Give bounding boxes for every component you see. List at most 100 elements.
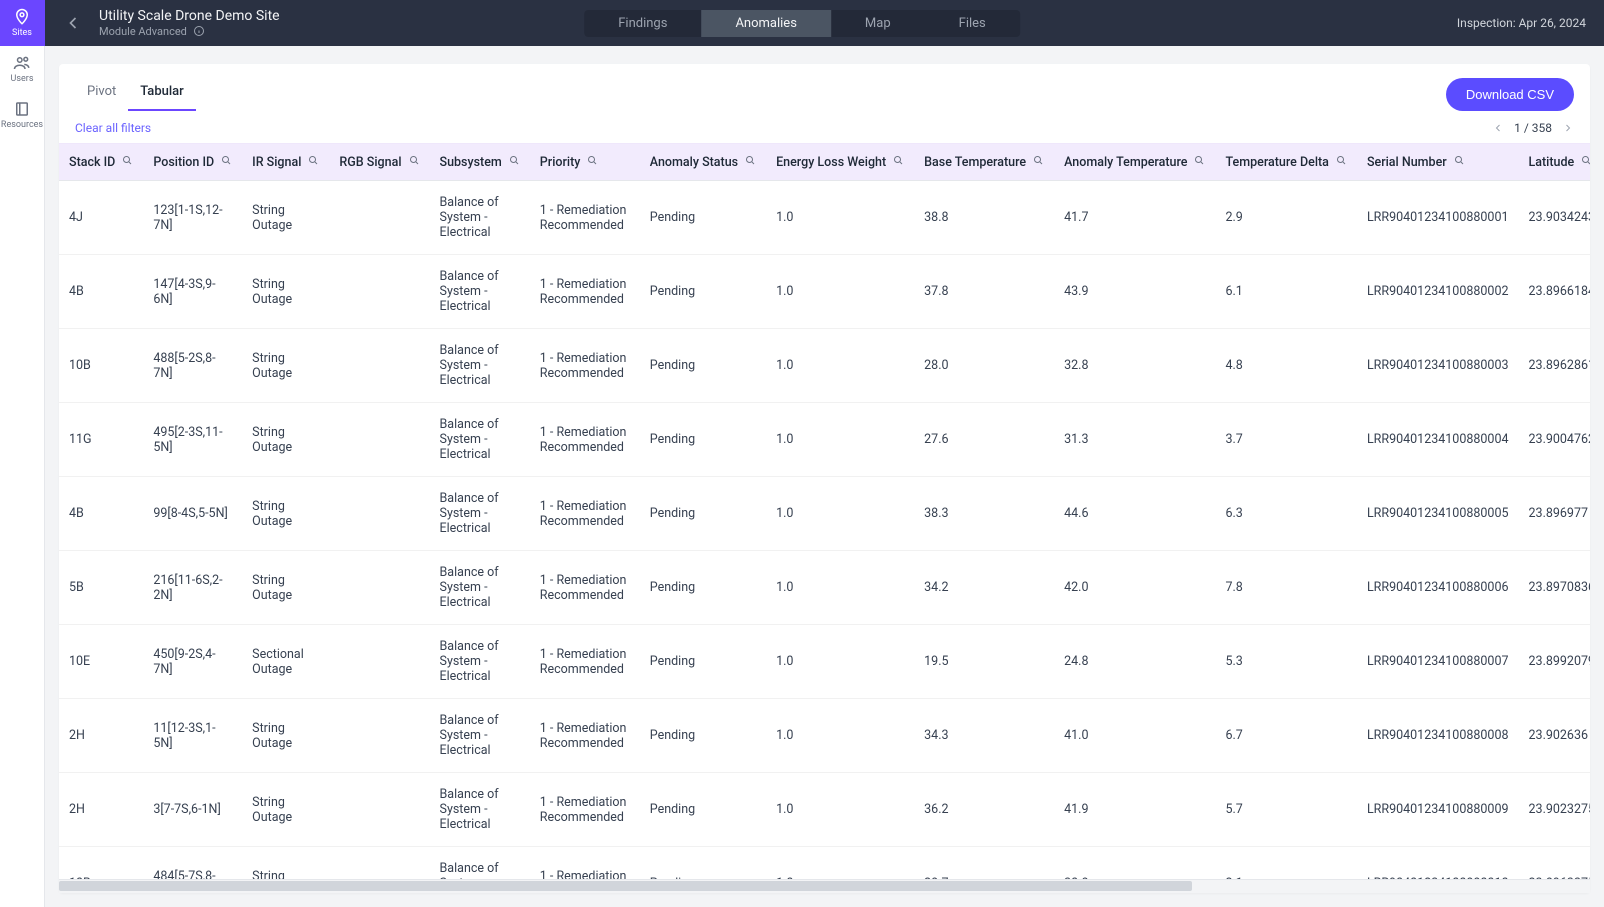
sidebar-item-sites[interactable]: Sites — [0, 0, 45, 46]
cell-sn: LRR90401234100880003 — [1357, 329, 1519, 403]
cell-at: 31.3 — [1054, 403, 1215, 477]
cell-stat: Pending — [640, 329, 766, 403]
search-icon[interactable] — [1193, 154, 1205, 170]
search-icon[interactable] — [1032, 154, 1044, 170]
cell-ir: String Outage — [242, 329, 329, 403]
table-row[interactable]: 11G495[2-3S,11-5N]String OutageBalance o… — [59, 403, 1590, 477]
subtitle-text: Module Advanced — [99, 25, 187, 38]
top-tab-anomalies[interactable]: Anomalies — [701, 10, 830, 37]
sidebar-item-label: Resources — [1, 120, 43, 130]
topbar: Utility Scale Drone Demo Site Module Adv… — [45, 0, 1604, 46]
cell-ir: String Outage — [242, 255, 329, 329]
cell-stack: 10B — [59, 329, 143, 403]
cell-sub: Balance of System - Electrical — [430, 773, 530, 847]
top-tab-map[interactable]: Map — [831, 10, 925, 37]
cell-lat: 23.9023275 — [1519, 773, 1590, 847]
search-icon[interactable] — [1335, 154, 1347, 170]
cell-at: 30.8 — [1054, 847, 1215, 880]
search-icon[interactable] — [744, 154, 756, 170]
cell-pos: 216[11-6S,2-2N] — [143, 551, 242, 625]
search-icon[interactable] — [586, 154, 598, 170]
scrollbar-thumb[interactable] — [59, 881, 1192, 891]
cell-stat: Pending — [640, 477, 766, 551]
column-header[interactable]: Anomaly Status — [640, 144, 766, 181]
cell-ir: String Outage — [242, 181, 329, 255]
column-header[interactable]: Anomaly Temperature — [1054, 144, 1215, 181]
column-header[interactable]: Latitude — [1519, 144, 1590, 181]
table-row[interactable]: 2H11[12-3S,1-5N]String OutageBalance of … — [59, 699, 1590, 773]
cell-rgb — [329, 773, 429, 847]
cell-pos: 99[8-4S,5-5N] — [143, 477, 242, 551]
cell-rgb — [329, 255, 429, 329]
chevron-left-icon[interactable] — [1492, 122, 1504, 134]
column-header[interactable]: Stack ID — [59, 144, 143, 181]
cell-pos: 11[12-3S,1-5N] — [143, 699, 242, 773]
cell-td: 6.1 — [1215, 255, 1356, 329]
cell-at: 32.8 — [1054, 329, 1215, 403]
column-label: Subsystem — [440, 155, 502, 170]
column-header[interactable]: Position ID — [143, 144, 242, 181]
cell-pos: 147[4-3S,9-6N] — [143, 255, 242, 329]
table-row[interactable]: 10B488[5-2S,8-7N]String OutageBalance of… — [59, 329, 1590, 403]
cell-rgb — [329, 699, 429, 773]
column-header[interactable]: Temperature Delta — [1215, 144, 1356, 181]
top-tab-files[interactable]: Files — [925, 10, 1020, 37]
back-button[interactable] — [63, 13, 83, 33]
column-header[interactable]: Base Temperature — [914, 144, 1054, 181]
cell-ir: String Outage — [242, 477, 329, 551]
download-csv-button[interactable]: Download CSV — [1446, 78, 1574, 111]
search-icon[interactable] — [220, 154, 232, 170]
search-icon[interactable] — [408, 154, 420, 170]
cell-sn: LRR90401234100880006 — [1357, 551, 1519, 625]
cell-sub: Balance of System - Electrical — [430, 551, 530, 625]
table-row[interactable]: 4B147[4-3S,9-6N]String OutageBalance of … — [59, 255, 1590, 329]
chevron-right-icon[interactable] — [1562, 122, 1574, 134]
subtab-tabular[interactable]: Tabular — [128, 78, 196, 111]
cell-pos: 484[5-7S,8-2N] — [143, 847, 242, 880]
horizontal-scrollbar[interactable] — [59, 879, 1590, 893]
column-header[interactable]: Priority — [530, 144, 640, 181]
cell-stat: Pending — [640, 255, 766, 329]
search-icon[interactable] — [892, 154, 904, 170]
top-tabs: Findings Anomalies Map Files — [584, 10, 1020, 37]
cell-td: 4.8 — [1215, 329, 1356, 403]
subtab-pivot[interactable]: Pivot — [75, 78, 128, 111]
cell-stat: Pending — [640, 699, 766, 773]
column-header[interactable]: Serial Number — [1357, 144, 1519, 181]
info-icon[interactable] — [193, 25, 205, 37]
search-icon[interactable] — [1580, 154, 1590, 170]
cell-lat: 23.8963375 — [1519, 847, 1590, 880]
table-row[interactable]: 10E450[9-2S,4-7N]Sectional OutageBalance… — [59, 625, 1590, 699]
column-header[interactable]: Subsystem — [430, 144, 530, 181]
top-tab-findings[interactable]: Findings — [584, 10, 701, 37]
table-row[interactable]: 5B216[11-6S,2-2N]String OutageBalance of… — [59, 551, 1590, 625]
cell-elw: 1.0 — [766, 551, 914, 625]
table-row[interactable]: 10B484[5-7S,8-2N]String OutageBalance of… — [59, 847, 1590, 880]
cell-sn: LRR90401234100880005 — [1357, 477, 1519, 551]
table-row[interactable]: 4B99[8-4S,5-5N]String OutageBalance of S… — [59, 477, 1590, 551]
search-icon[interactable] — [307, 154, 319, 170]
cell-sn: LRR90401234100880001 — [1357, 181, 1519, 255]
pin-icon — [13, 8, 31, 26]
table-scroll-area[interactable]: Stack ID Position ID IR SignalRGB Signal Su… — [59, 143, 1590, 879]
sidebar-item-users[interactable]: Users — [0, 46, 45, 92]
search-icon[interactable] — [121, 154, 133, 170]
table-row[interactable]: 4J123[1-1S,12-7N]String OutageBalance of… — [59, 181, 1590, 255]
column-header[interactable]: RGB Signal — [329, 144, 429, 181]
clear-all-filters-link[interactable]: Clear all filters — [75, 121, 151, 135]
page-subtitle: Module Advanced — [99, 25, 280, 38]
sidebar-item-resources[interactable]: Resources — [0, 92, 45, 138]
cell-at: 24.8 — [1054, 625, 1215, 699]
column-header[interactable]: IR Signal — [242, 144, 329, 181]
cell-pri: 1 - Remediation Recommended — [530, 625, 640, 699]
cell-pri: 1 - Remediation Recommended — [530, 847, 640, 880]
table-row[interactable]: 2H3[7-7S,6-1N]String OutageBalance of Sy… — [59, 773, 1590, 847]
search-icon[interactable] — [1453, 154, 1465, 170]
left-sidebar: Sites Users Resources — [0, 0, 45, 907]
column-label: Position ID — [153, 155, 214, 170]
column-header[interactable]: Energy Loss Weight — [766, 144, 914, 181]
cell-rgb — [329, 847, 429, 880]
search-icon[interactable] — [508, 154, 520, 170]
cell-rgb — [329, 625, 429, 699]
cell-rgb — [329, 181, 429, 255]
